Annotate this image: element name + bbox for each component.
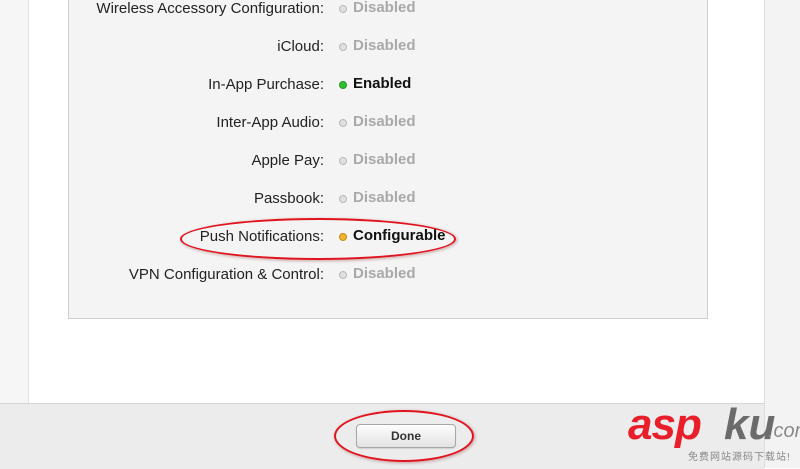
capability-row-wireless-accessory: Wireless Accessory Configuration: Disabl… (69, 0, 709, 22)
capability-status: Disabled (353, 0, 416, 16)
done-button[interactable]: Done (356, 424, 456, 448)
capability-status: Configurable (353, 227, 446, 244)
capability-row-push-notifications: Push Notifications: Configurable (69, 226, 709, 250)
watermark-brand-red: asp (628, 400, 702, 449)
capability-label: Passbook: (253, 190, 324, 207)
status-dot-icon (339, 233, 347, 241)
capability-label: iCloud: (277, 38, 324, 55)
capability-status: Disabled (353, 37, 416, 54)
capability-label: Apple Pay: (251, 152, 324, 169)
capability-row-inter-app-audio: Inter-App Audio: Disabled (69, 112, 709, 136)
capability-row-vpn: VPN Configuration & Control: Disabled (69, 264, 709, 288)
capability-label: VPN Configuration & Control: (128, 266, 324, 283)
capability-status: Disabled (353, 189, 416, 206)
capability-status: Disabled (353, 265, 416, 282)
capability-label: Inter-App Audio: (216, 114, 324, 131)
status-dot-icon (339, 43, 347, 51)
capability-status: Disabled (353, 151, 416, 168)
status-dot-icon (339, 119, 347, 127)
status-dot-icon (339, 195, 347, 203)
capability-label: In-App Purchase: (208, 76, 324, 93)
capability-row-in-app-purchase: In-App Purchase: Enabled (69, 74, 709, 98)
capability-row-passbook: Passbook: Disabled (69, 188, 709, 212)
capabilities-panel: Wireless Accessory Configuration: Disabl… (68, 0, 708, 319)
capability-status: Enabled (353, 75, 412, 92)
capability-row-icloud: iCloud: Disabled (69, 36, 709, 60)
capability-row-apple-pay: Apple Pay: Disabled (69, 150, 709, 174)
status-dot-icon (339, 271, 347, 279)
watermark-logo: asp ku .com 免费网站源码下载站! (628, 398, 800, 466)
watermark-tagline: 免费网站源码下载站! (688, 452, 791, 463)
status-dot-icon (339, 5, 347, 13)
watermark-domain: .com (768, 420, 800, 442)
capability-label: Push Notifications: (199, 228, 324, 245)
status-dot-icon (339, 81, 347, 89)
status-dot-icon (339, 157, 347, 165)
capability-status: Disabled (353, 113, 416, 130)
capability-label: Wireless Accessory Configuration: (96, 0, 324, 17)
sidebar-edge (0, 0, 29, 403)
